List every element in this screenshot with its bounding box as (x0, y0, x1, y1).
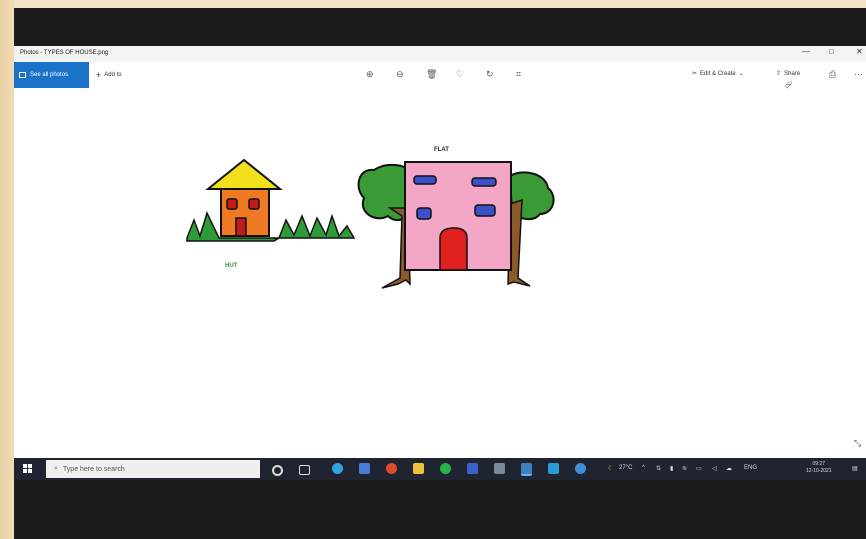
chevron-down-icon: ⌄ (738, 71, 744, 77)
weather-icon[interactable]: ☾ (608, 465, 613, 472)
hut-door (235, 217, 247, 237)
add-to-button[interactable]: + Add to (96, 70, 122, 80)
zoom-app-icon[interactable] (359, 463, 370, 474)
rotate-icon[interactable]: ↻ (486, 69, 494, 80)
taskbar-search-box[interactable]: ⌕ Type here to search (46, 460, 260, 478)
hut-roof (205, 158, 283, 190)
share-button[interactable]: ⇪ Share (776, 70, 801, 78)
see-all-photos-button[interactable]: See all photos (14, 62, 89, 88)
zoom-out-icon[interactable]: ⊖ (396, 69, 404, 80)
share-label: Share (784, 70, 801, 77)
see-all-label: See all photos (30, 72, 69, 78)
monitor-bezel-left (0, 0, 14, 539)
app-icon-2[interactable] (494, 463, 505, 474)
close-button[interactable]: ✕ (856, 47, 863, 56)
zoom-in-icon[interactable]: ⊕ (366, 69, 374, 80)
screen: Photos - TYPES OF HOUSE.png — □ ✕ See al… (14, 46, 866, 480)
wifi-icon[interactable]: ≋ (682, 465, 687, 472)
chrome-icon[interactable] (386, 463, 397, 474)
task-view-icon[interactable] (299, 465, 310, 475)
hut-drawing (186, 158, 356, 242)
more-options-button[interactable]: ··· (854, 69, 863, 79)
monitor-bezel-top (14, 8, 866, 46)
clock-date: 12-10-2021 (806, 468, 832, 474)
temperature[interactable]: 27°C (619, 465, 632, 471)
language-indicator[interactable]: ENG (744, 465, 757, 471)
house-drawing (186, 158, 555, 289)
edit-create-button[interactable]: ✂ Edit & Create ⌄ (692, 70, 744, 78)
file-explorer-icon[interactable] (413, 463, 424, 474)
photos-app-icon[interactable] (521, 463, 532, 476)
app-icon-1[interactable] (467, 463, 478, 474)
plus-icon: + (96, 70, 102, 80)
hut-window-right (248, 198, 260, 210)
cortana-icon[interactable] (272, 465, 283, 476)
microphone-icon[interactable]: ▮ (670, 465, 673, 472)
spotify-icon[interactable] (440, 463, 451, 474)
taskbar: ⌕ Type here to search ☾ 27°C ^ ⇅ ▮ ≋ ▭ ◁… (14, 458, 866, 480)
volume-icon[interactable]: ◁ (712, 465, 717, 472)
app-icon-4[interactable] (575, 463, 586, 474)
edit-create-label: Edit & Create (700, 70, 736, 77)
chevron-up-icon[interactable]: ^ (642, 465, 645, 471)
photo-icon (19, 72, 26, 78)
clock-time: 09:27 (812, 461, 826, 467)
windows-start-icon[interactable] (23, 464, 32, 473)
onedrive-icon[interactable]: ☁ (726, 465, 732, 472)
print-icon[interactable]: ⎙ (829, 69, 836, 80)
search-icon: ⌕ (54, 465, 58, 472)
window-title: Photos - TYPES OF HOUSE.png (20, 50, 109, 56)
notification-icon[interactable]: ▤ (852, 465, 858, 472)
photos-toolbar: See all photos + Add to ⊕ ⊖ 🗑 ♡ ↻ ⌗ ✂ Ed… (14, 62, 866, 88)
flat-window-1 (413, 175, 437, 185)
edit-icon: ✂ (692, 71, 698, 77)
clock[interactable]: 09:27 12-10-2021 (806, 461, 832, 475)
share-icon: ⇪ (776, 71, 782, 77)
expand-icon[interactable]: ⤡ (854, 438, 861, 449)
add-to-label: Add to (104, 72, 122, 78)
app-icon-3[interactable] (548, 463, 559, 474)
network-icon[interactable]: ⇅ (656, 465, 661, 472)
hut-window-left (226, 198, 238, 210)
favorite-icon[interactable]: ♡ (456, 69, 464, 80)
flat-label: FLAT (434, 147, 449, 153)
mouse-cursor-icon: ⮰ (784, 80, 792, 91)
flat-window-3 (416, 207, 432, 220)
delete-icon[interactable]: 🗑 (426, 69, 437, 80)
maximize-button[interactable]: □ (829, 47, 834, 56)
crop-icon[interactable]: ⌗ (516, 69, 521, 80)
flat-window-2 (471, 177, 497, 187)
hut-label: HUT (225, 263, 238, 269)
image-canvas: HUT FLAT ⮰ ⤡ (14, 80, 866, 458)
edge-icon[interactable] (332, 463, 343, 474)
flat-window-4 (474, 204, 496, 217)
title-bar: Photos - TYPES OF HOUSE.png — □ ✕ (14, 46, 866, 62)
battery-icon[interactable]: ▭ (696, 465, 702, 472)
search-placeholder: Type here to search (62, 465, 125, 473)
monitor-bezel-bottom (14, 480, 866, 539)
minimize-button[interactable]: — (802, 47, 810, 56)
flat-drawing (357, 161, 555, 289)
flat-door (439, 227, 468, 271)
grass (186, 210, 356, 242)
